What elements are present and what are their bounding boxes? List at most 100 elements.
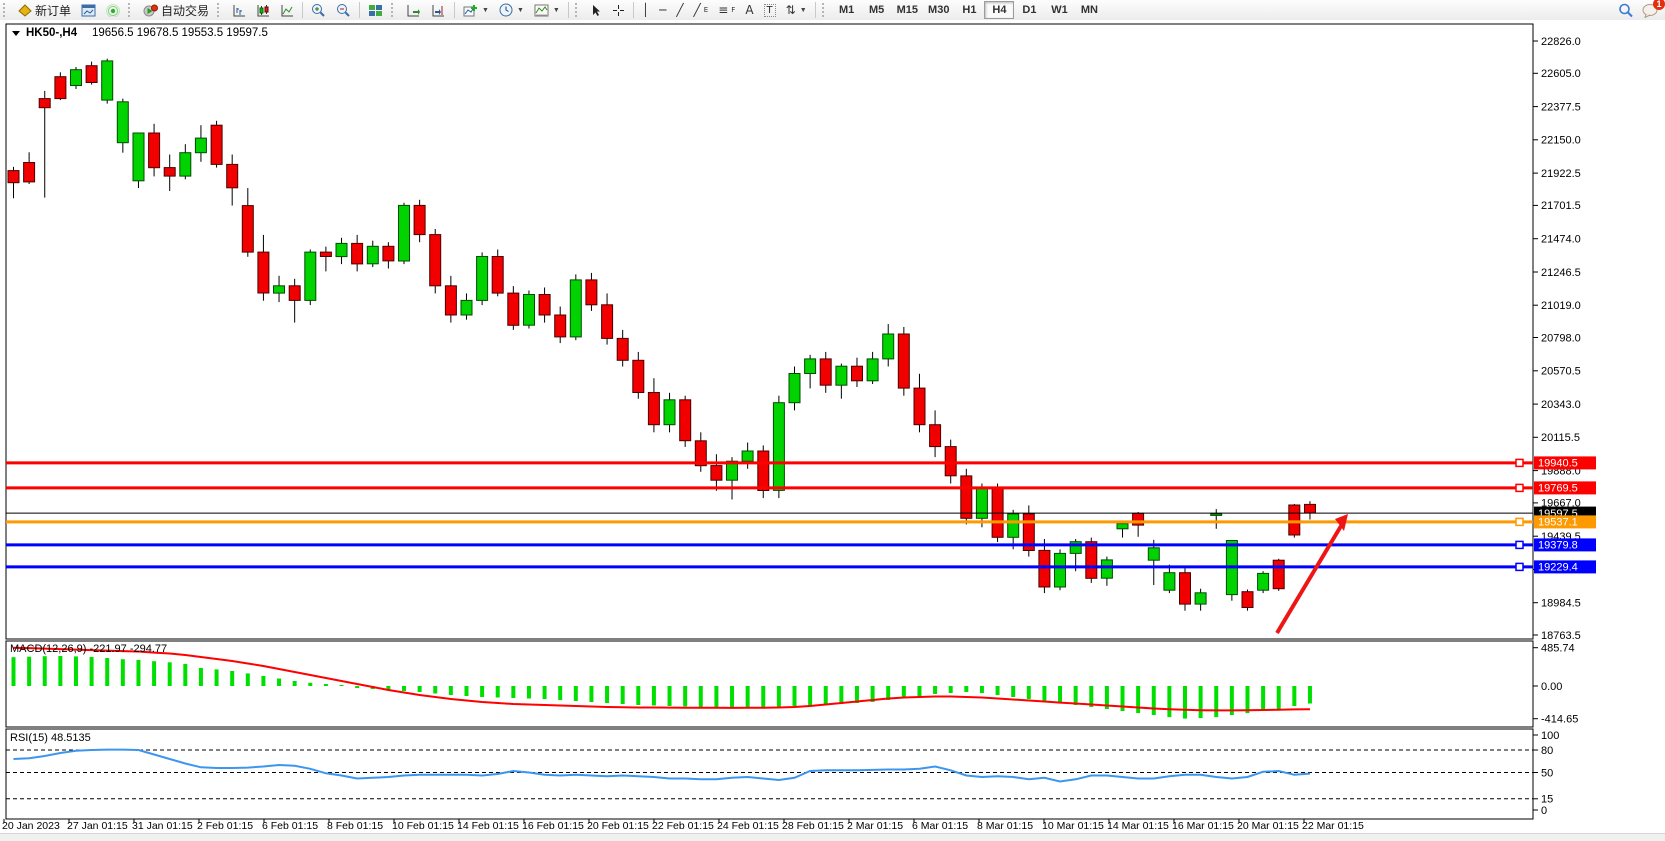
text-label-tool-button[interactable]: T [759, 0, 781, 20]
vertical-line-tool-button[interactable]: │ [637, 0, 654, 20]
tab-timeframe-d1[interactable]: D1 [1014, 1, 1044, 19]
svg-text:22377.5: 22377.5 [1541, 101, 1581, 113]
indicators-icon [463, 4, 478, 17]
svg-text:21701.5: 21701.5 [1541, 200, 1581, 212]
crosshair-tool-button[interactable] [607, 0, 630, 20]
chart-window[interactable]: 22826.022605.022377.522150.021922.521701… [0, 20, 1665, 833]
toolbar-grip[interactable] [3, 3, 10, 17]
notification-count-badge: 1 [1653, 0, 1665, 10]
svg-text:21474.0: 21474.0 [1541, 234, 1581, 246]
tile-windows-button[interactable] [363, 0, 388, 20]
toolbar-grip[interactable] [575, 3, 582, 17]
arrows-caret: ▼ [800, 7, 807, 14]
svg-text:HK50-,H4: HK50-,H4 [26, 27, 78, 39]
svg-text:19379.8: 19379.8 [1538, 540, 1578, 552]
zoom-out-icon [336, 3, 351, 17]
candlestick-chart-button[interactable] [251, 0, 275, 20]
svg-text:14 Mar 01:15: 14 Mar 01:15 [1107, 820, 1169, 832]
svg-text:22 Feb 01:15: 22 Feb 01:15 [652, 820, 714, 832]
svg-text:6 Feb 01:15: 6 Feb 01:15 [262, 820, 318, 832]
auto-scroll-button[interactable] [401, 0, 426, 20]
chart-shift-button[interactable] [426, 0, 451, 20]
indicators-button[interactable]: ▼ [458, 0, 494, 20]
time-axis[interactable]: 20 Jan 2023 27 Jan 01:15 31 Jan 01:15 2 Feb… [2, 819, 1364, 832]
periods-button[interactable]: ▼ [494, 0, 529, 20]
hline-handle [1516, 459, 1523, 466]
svg-text:21019.0: 21019.0 [1541, 300, 1581, 312]
chart-shift-icon [431, 4, 446, 17]
svg-text:20 Mar 01:15: 20 Mar 01:15 [1237, 820, 1299, 832]
notifications-button[interactable]: 1 [1642, 2, 1659, 17]
tab-timeframe-m15[interactable]: M15 [892, 1, 923, 19]
charts-window-button[interactable] [76, 0, 101, 20]
svg-text:10 Feb 01:15: 10 Feb 01:15 [392, 820, 454, 832]
svg-text:24 Feb 01:15: 24 Feb 01:15 [717, 820, 779, 832]
svg-text:14 Feb 01:15: 14 Feb 01:15 [457, 820, 519, 832]
tab-timeframe-m1[interactable]: M1 [832, 1, 862, 19]
hline-handle [1516, 563, 1523, 570]
new-order-button[interactable]: 新订单 [13, 0, 76, 20]
cursor-icon [590, 4, 602, 17]
svg-text:485.74: 485.74 [1541, 643, 1575, 655]
svg-text:21922.5: 21922.5 [1541, 168, 1581, 180]
search-button[interactable] [1618, 2, 1634, 17]
periods-caret: ▼ [517, 7, 524, 14]
rsi-label: RSI(15) 48.5135 [10, 732, 91, 744]
zoom-in-button[interactable] [306, 0, 331, 20]
svg-text:19537.1: 19537.1 [1538, 517, 1578, 529]
autotrading-button[interactable]: 自动交易 [138, 0, 214, 20]
autotrading-icon [143, 4, 158, 17]
svg-text:16 Feb 01:15: 16 Feb 01:15 [522, 820, 584, 832]
tile-windows-icon [368, 4, 383, 17]
templates-button[interactable]: ▼ [529, 0, 565, 20]
svg-text:20115.5: 20115.5 [1541, 432, 1580, 444]
tab-timeframe-m5[interactable]: M5 [862, 1, 892, 19]
toolbar-grip[interactable] [217, 3, 224, 17]
bar-chart-button[interactable] [227, 0, 251, 20]
tab-timeframe-mn[interactable]: MN [1074, 1, 1104, 19]
toolbar-grip[interactable] [391, 3, 398, 17]
text-tool-button[interactable]: A [740, 0, 758, 20]
svg-text:0: 0 [1541, 805, 1547, 817]
svg-text:20 Jan 2023: 20 Jan 2023 [2, 820, 60, 832]
bar-chart-icon [232, 4, 246, 17]
chart-svg[interactable]: 22826.022605.022377.522150.021922.521701… [0, 20, 1665, 833]
zoom-out-button[interactable] [331, 0, 356, 20]
trendline-tool-button[interactable]: ╱ [671, 0, 688, 20]
horizontal-line-tool-button[interactable]: ─ [654, 0, 671, 20]
tab-timeframe-h4[interactable]: H4 [984, 1, 1014, 19]
channel-tool-button[interactable]: ╱E [689, 0, 714, 20]
tab-timeframe-w1[interactable]: W1 [1044, 1, 1074, 19]
auto-scroll-icon [406, 4, 421, 17]
indicators-caret: ▼ [482, 7, 489, 14]
signals-button[interactable] [101, 0, 125, 20]
line-chart-button[interactable] [275, 0, 299, 20]
chart-window-icon [81, 4, 96, 17]
svg-text:50: 50 [1541, 767, 1553, 779]
tab-timeframe-h1[interactable]: H1 [954, 1, 984, 19]
fibonacci-tool-button[interactable]: ≡F [713, 0, 740, 20]
cursor-tool-button[interactable] [585, 0, 607, 20]
svg-text:0.00: 0.00 [1541, 681, 1562, 693]
svg-text:15: 15 [1541, 794, 1553, 806]
toolbar-grip[interactable] [128, 3, 135, 17]
svg-text:19656.5 19678.5 19553.5 19597.: 19656.5 19678.5 19553.5 19597.5 [92, 27, 268, 39]
svg-text:31 Jan 01:15: 31 Jan 01:15 [132, 820, 193, 832]
svg-text:20570.5: 20570.5 [1541, 366, 1581, 378]
new-order-label: 新订单 [35, 2, 71, 19]
toolbar-grip[interactable] [822, 3, 829, 17]
svg-text:21246.5: 21246.5 [1541, 267, 1581, 279]
arrows-tool-button[interactable]: ⇅▼ [781, 0, 812, 20]
line-chart-icon [280, 4, 294, 17]
svg-text:19769.5: 19769.5 [1538, 483, 1578, 495]
svg-text:2 Feb 01:15: 2 Feb 01:15 [197, 820, 253, 832]
templates-icon [534, 4, 549, 17]
tab-timeframe-m30[interactable]: M30 [923, 1, 954, 19]
svg-text:22 Mar 01:15: 22 Mar 01:15 [1302, 820, 1364, 832]
templates-caret: ▼ [553, 7, 560, 14]
zoom-in-icon [311, 3, 326, 17]
crosshair-icon [612, 4, 625, 17]
svg-text:27 Jan 01:15: 27 Jan 01:15 [67, 820, 128, 832]
search-icon [1618, 3, 1634, 18]
chart-title: HK50-,H4 19656.5 19678.5 19553.5 19597.5 [12, 27, 268, 39]
